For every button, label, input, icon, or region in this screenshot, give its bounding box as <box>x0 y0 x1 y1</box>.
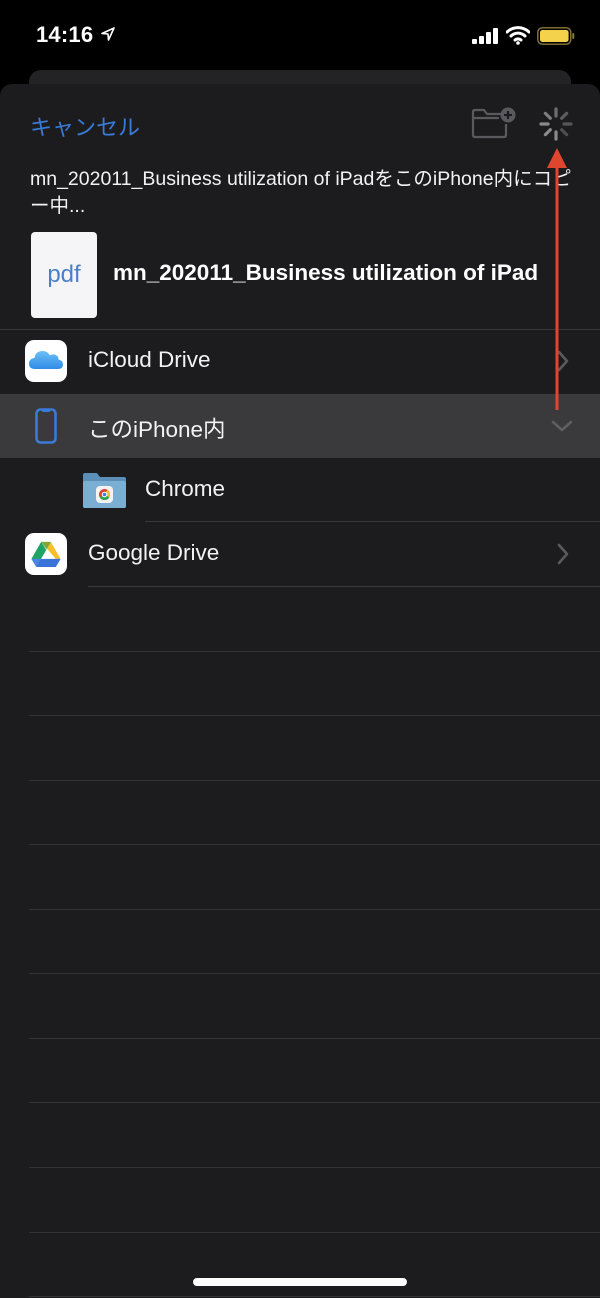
status-bar: 14:16 <box>0 0 600 70</box>
empty-row-divider <box>29 1232 600 1233</box>
empty-row-divider <box>29 973 600 974</box>
location-row-google-drive[interactable]: Google Drive <box>0 522 600 586</box>
file-name: mn_202011_Business utilization of iPad <box>113 260 539 285</box>
google-drive-icon <box>25 533 67 575</box>
battery-icon <box>537 27 575 45</box>
chevron-right-icon <box>557 543 569 565</box>
cellular-signal-icon <box>472 28 498 44</box>
location-label: Google Drive <box>88 540 220 565</box>
copy-status-message: mn_202011_Business utilization of iPadをこ… <box>30 168 572 217</box>
activity-spinner-icon <box>539 107 573 141</box>
location-label: このiPhone内 <box>88 417 226 442</box>
empty-row-divider <box>29 1296 600 1297</box>
empty-row-divider <box>29 1102 600 1103</box>
file-type-label: pdf <box>47 261 81 288</box>
row-divider <box>88 586 600 587</box>
empty-row-divider <box>29 1167 600 1168</box>
empty-row-divider <box>29 715 600 716</box>
status-time: 14:16 <box>36 22 94 47</box>
new-folder-button[interactable] <box>471 106 517 140</box>
new-folder-icon <box>471 107 516 139</box>
empty-row-divider <box>29 909 600 910</box>
chrome-folder-icon <box>83 473 126 508</box>
chevron-right-icon <box>557 350 569 372</box>
chevron-down-icon <box>551 420 573 432</box>
wifi-icon <box>506 26 530 45</box>
location-row-icloud-drive[interactable]: iCloud Drive <box>0 329 600 393</box>
location-label: Chrome <box>145 476 226 501</box>
home-indicator[interactable] <box>193 1278 407 1286</box>
empty-row-divider <box>29 651 600 652</box>
location-arrow-icon <box>101 27 115 41</box>
file-thumbnail: pdf <box>31 232 97 318</box>
cancel-button[interactable]: キャンセル <box>30 110 140 142</box>
iphone-icon <box>35 408 57 444</box>
location-row-chrome-folder[interactable]: Chrome <box>0 458 600 522</box>
empty-row-divider <box>29 844 600 845</box>
empty-row-divider <box>29 780 600 781</box>
icloud-drive-icon <box>25 340 67 382</box>
location-row-on-my-iphone[interactable]: このiPhone内 <box>0 394 600 458</box>
location-label: iCloud Drive <box>88 347 211 372</box>
empty-row-divider <box>29 1038 600 1039</box>
